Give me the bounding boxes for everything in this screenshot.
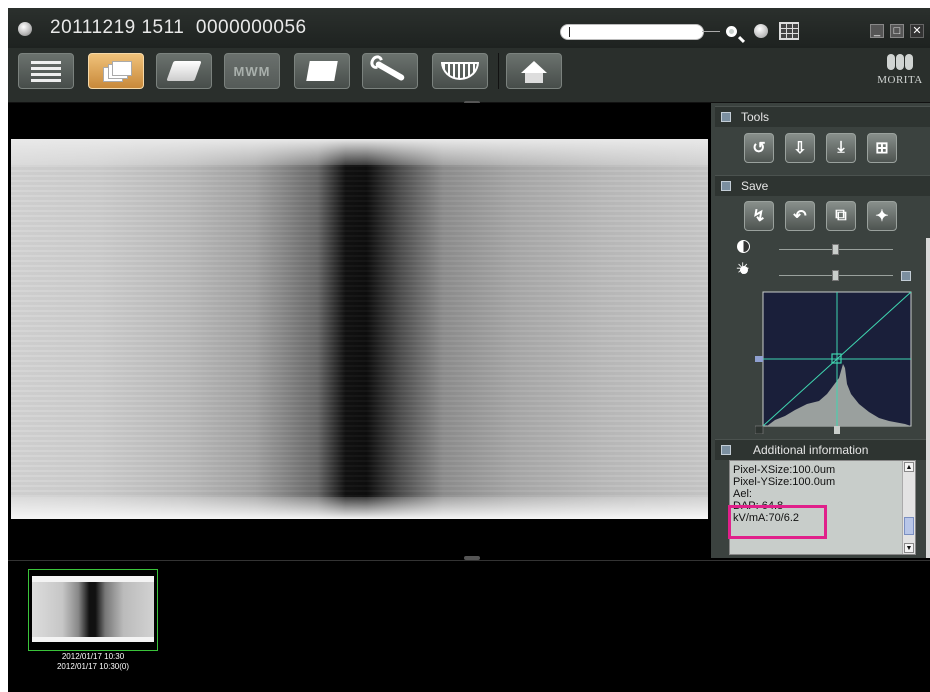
- patient-button[interactable]: [750, 20, 772, 42]
- minimize-button[interactable]: _: [870, 24, 884, 38]
- mwm-button[interactable]: MWM: [224, 53, 280, 89]
- app-icon: [18, 22, 32, 36]
- import-button[interactable]: ✦: [867, 201, 897, 231]
- brightness-menu-chevron-icon[interactable]: [901, 271, 911, 281]
- tone-curve-histogram[interactable]: [754, 286, 919, 435]
- brightness-icon: [736, 259, 751, 279]
- printer-icon: [166, 61, 202, 81]
- save-down-button[interactable]: ⇩: [785, 133, 815, 163]
- contrast-icon: [737, 240, 750, 253]
- title-bar: 20111219 1511 0000000056 _ □ ✕: [8, 8, 930, 48]
- image-viewer[interactable]: [8, 103, 708, 558]
- info-line-pixel-x: Pixel-XSize:100.0um: [733, 464, 836, 476]
- logo-mark: [876, 54, 924, 70]
- mwm-label: MWM: [233, 63, 271, 79]
- save-section-header[interactable]: Save: [715, 175, 930, 196]
- note-icon: [306, 61, 338, 81]
- morita-logo: MORITA: [876, 54, 924, 94]
- thumbnail-date: 2012/01/17 10:30: [61, 652, 125, 661]
- app-window: 20111219 1511 0000000056 _ □ ✕ MWM MORIT…: [8, 8, 930, 692]
- search-input[interactable]: [560, 24, 704, 40]
- thumbnail-date-index: 2012/01/17 10:30(0): [56, 662, 130, 671]
- tools-section-header[interactable]: Tools: [715, 106, 930, 127]
- save-down-icon: ⇩: [793, 140, 807, 157]
- brightness-slider-knob[interactable]: [832, 270, 839, 281]
- logo-text: MORITA: [877, 74, 923, 86]
- search-button[interactable]: [720, 20, 742, 42]
- scroll-down-icon[interactable]: ▼: [904, 543, 914, 553]
- export-button[interactable]: ⤓: [826, 133, 856, 163]
- stack-view-button[interactable]: [88, 53, 144, 89]
- chevron-down-icon: [721, 112, 731, 122]
- export-icon: ⤓: [837, 139, 845, 156]
- save-title: Save: [741, 179, 769, 193]
- toolbar-separator: [498, 53, 499, 89]
- rotate-icon: ↺: [752, 140, 766, 157]
- search-divider: [702, 31, 720, 32]
- rotate-button[interactable]: ↺: [744, 133, 774, 163]
- image-thumbnail[interactable]: [28, 569, 158, 651]
- notes-button[interactable]: [294, 53, 350, 89]
- undo-save-button[interactable]: ↶: [785, 201, 815, 231]
- panoramic-button[interactable]: [432, 53, 488, 89]
- copy-save-icon: ⧉: [835, 207, 847, 224]
- additional-info-header[interactable]: Additional information: [715, 439, 930, 460]
- tools-title: Tools: [741, 110, 770, 124]
- xray-image[interactable]: [11, 139, 708, 519]
- stack-icon: [103, 61, 132, 82]
- save-image-icon: ↯: [752, 208, 766, 225]
- close-button[interactable]: ✕: [910, 24, 924, 38]
- info-line-ael: Ael:: [733, 488, 752, 500]
- scroll-up-icon[interactable]: ▲: [904, 462, 914, 472]
- import-icon: ✦: [875, 208, 889, 225]
- main-toolbar: MWM MORITA: [8, 48, 930, 103]
- teeth-icon: [441, 62, 479, 80]
- print-button[interactable]: [156, 53, 212, 89]
- grid-icon: [779, 22, 799, 40]
- scroll-thumb[interactable]: [904, 517, 914, 535]
- measure-icon: ⊞: [875, 140, 889, 157]
- tools-button[interactable]: [362, 53, 418, 89]
- side-panel: Tools ↺ ⇩ ⤓ ⊞ Save ↯ ↶ ⧉ ✦ ✳ Additional …: [711, 103, 930, 558]
- patient-icon: [754, 24, 768, 38]
- wrench-icon: [374, 60, 406, 82]
- undo-save-icon: ↶: [793, 208, 807, 225]
- grid-button[interactable]: [778, 20, 800, 42]
- chevron-down-icon: [721, 445, 731, 455]
- home-icon: [521, 61, 547, 83]
- chevron-down-icon: [721, 181, 731, 191]
- search-icon: [725, 25, 737, 37]
- info-line-pixel-y: Pixel-YSize:100.0um: [733, 476, 836, 488]
- save-image-button[interactable]: ↯: [744, 201, 774, 231]
- thumbnail-caption: 2012/01/17 10:30 2012/01/17 10:30(0): [28, 652, 158, 672]
- panel-scrollbar[interactable]: [926, 238, 930, 558]
- copy-save-button[interactable]: ⧉: [826, 201, 856, 231]
- list-view-button[interactable]: [18, 53, 74, 89]
- home-button[interactable]: [506, 53, 562, 89]
- contrast-slider-knob[interactable]: [832, 244, 839, 255]
- thumbnail-strip: 2012/01/17 10:30 2012/01/17 10:30(0): [8, 560, 930, 692]
- measure-button[interactable]: ⊞: [867, 133, 897, 163]
- maximize-button[interactable]: □: [890, 24, 904, 38]
- dap-kv-highlight: [728, 505, 827, 539]
- info-scrollbar[interactable]: ▲ ▼: [902, 461, 915, 554]
- list-icon: [31, 60, 61, 82]
- window-title: 20111219 1511 0000000056: [50, 17, 307, 38]
- additional-info-title: Additional information: [753, 443, 869, 457]
